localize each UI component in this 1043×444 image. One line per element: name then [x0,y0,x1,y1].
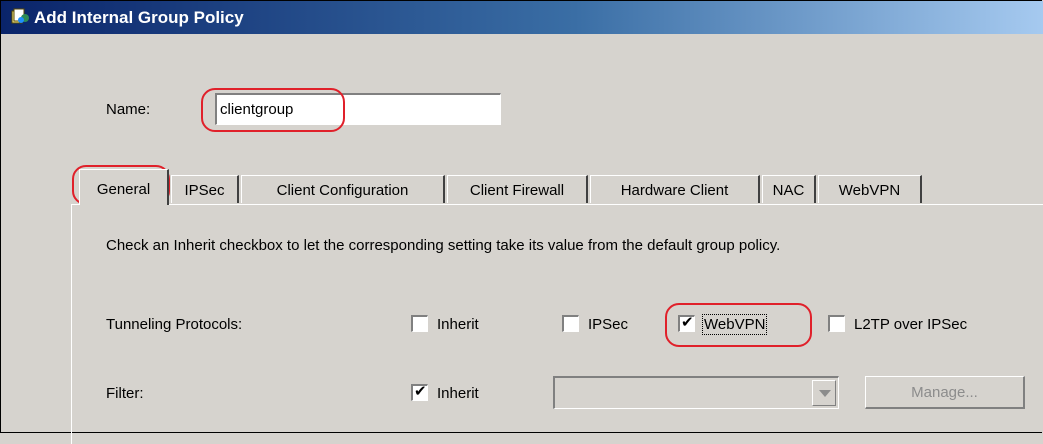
tab-ipsec[interactable]: IPSec [171,175,239,203]
check-mark-icon: ✔ [681,314,694,331]
manage-button[interactable]: Manage... [865,376,1025,409]
filter-label: Filter: [106,385,144,402]
webvpn-label: WebVPN [701,314,768,335]
title-bar: Add Internal Group Policy [1,1,1043,34]
group-policy-icon [11,8,31,26]
webvpn-checkbox[interactable]: ✔ [678,314,695,332]
tunneling-protocols-label: Tunneling Protocols: [106,316,243,333]
name-input-value: clientgroup [220,101,294,118]
tab-general[interactable]: General [79,169,169,205]
name-label: Name: [106,101,151,118]
name-input[interactable]: clientgroup [215,93,501,125]
tab-nac[interactable]: NAC [762,175,816,203]
check-mark-icon: ✔ [414,383,427,400]
filter-inherit-label: Inherit [437,385,479,402]
tunneling-inherit-checkbox[interactable] [411,315,428,332]
filter-inherit-checkbox[interactable]: ✔ [411,383,428,401]
dropdown-arrow-button[interactable] [812,380,836,406]
chevron-down-icon [819,390,831,397]
window-title: Add Internal Group Policy [34,8,244,27]
inherit-instructions: Check an Inherit checkbox to let the cor… [106,237,781,254]
tab-client-firewall[interactable]: Client Firewall [447,175,588,203]
ipsec-label: IPSec [588,316,629,333]
ipsec-checkbox[interactable] [562,315,579,332]
tab-hardware-client[interactable]: Hardware Client [590,175,760,203]
filter-dropdown[interactable] [553,376,839,409]
l2tp-over-ipsec-checkbox[interactable] [828,315,845,332]
tab-webvpn[interactable]: WebVPN [818,175,922,203]
tab-client-configuration[interactable]: Client Configuration [241,175,445,203]
tunneling-inherit-label: Inherit [437,316,479,333]
dialog-window: Add Internal Group Policy Name: clientgr… [0,0,1043,444]
l2tp-over-ipsec-label: L2TP over IPSec [854,316,968,333]
